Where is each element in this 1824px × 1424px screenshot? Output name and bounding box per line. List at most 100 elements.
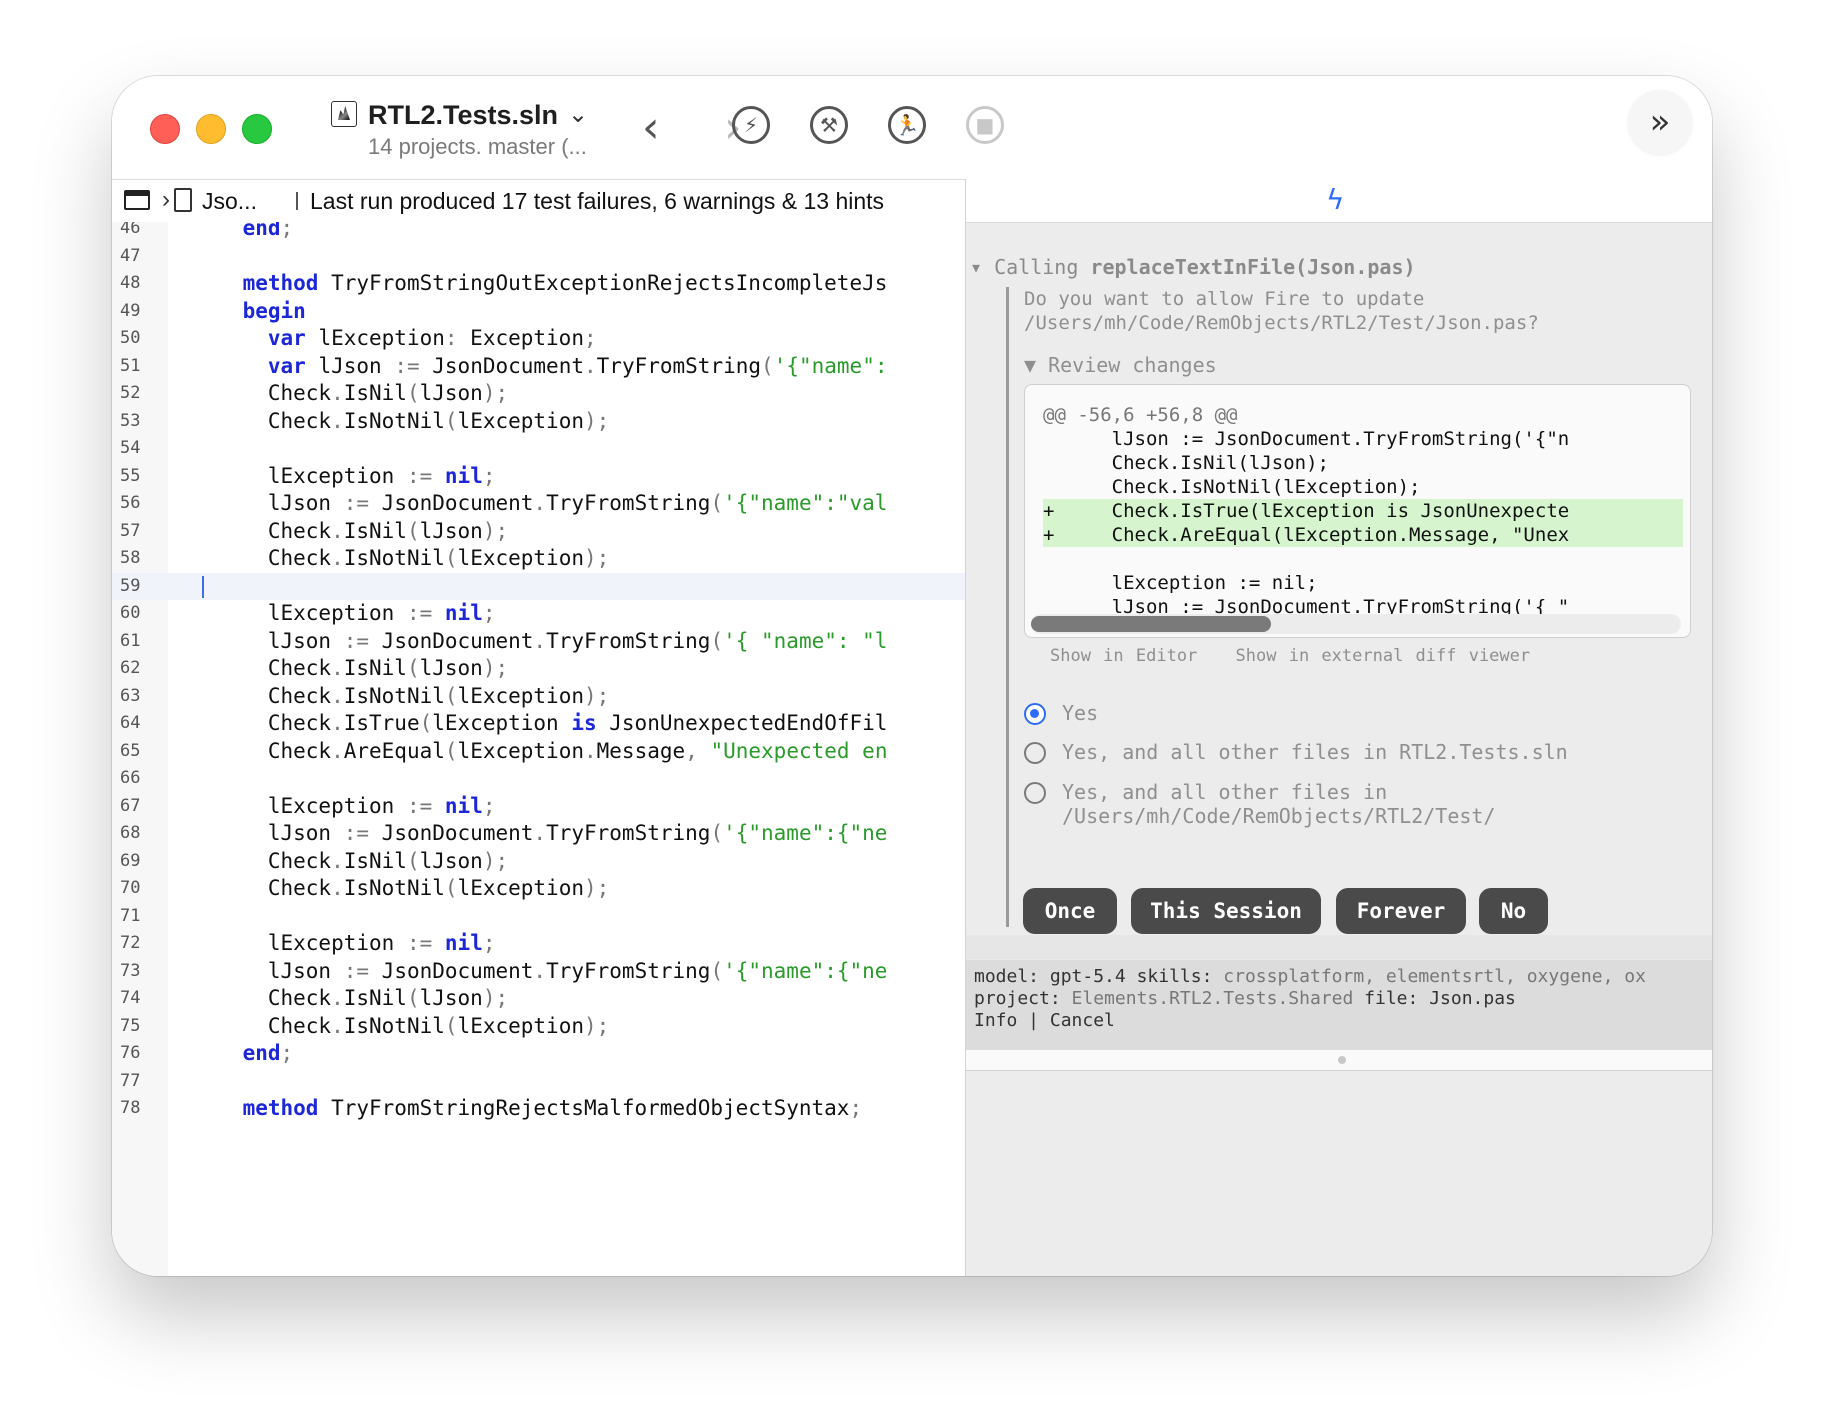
- line-number: 68: [120, 823, 141, 843]
- code-line[interactable]: 75 Check.IsNotNil(lException);: [112, 1013, 965, 1041]
- code-text: lException := nil;: [192, 793, 496, 818]
- line-number: 73: [120, 960, 141, 981]
- code-editor[interactable]: 46 end; 47 48 method TryFromStringOutExcep…: [112, 222, 965, 1276]
- code-line[interactable]: 46 end;: [112, 222, 965, 243]
- code-line[interactable]: 69 Check.IsNil(lJson);: [112, 848, 965, 876]
- scrollbar-thumb[interactable]: [1031, 616, 1271, 632]
- code-line[interactable]: 48 method TryFromStringOutExceptionRejec…: [112, 270, 965, 298]
- titlebar: RTL2.Tests.sln ⌄ 14 projects. master (..…: [112, 76, 1712, 179]
- show-in-editor-link[interactable]: Show in Editor: [1050, 646, 1197, 666]
- line-number: 61: [120, 630, 141, 651]
- code-line[interactable]: 53 Check.IsNotNil(lException);: [112, 408, 965, 436]
- line-number: 62: [120, 658, 141, 678]
- build-status-message[interactable]: Last run produced 17 test failures, 6 wa…: [310, 188, 884, 215]
- code-line[interactable]: 78 method TryFromStringRejectsMalformedO…: [112, 1095, 965, 1123]
- line-number: 75: [120, 1015, 141, 1036]
- code-text: lJson := JsonDocument.TryFromString('{"n…: [192, 821, 888, 845]
- diff-view[interactable]: @@ -56,6 +56,8 @@ lJson := JsonDocument.…: [1024, 384, 1691, 638]
- show-in-external-diff-link[interactable]: Show in external diff viewer: [1236, 646, 1531, 666]
- code-line[interactable]: 66: [112, 765, 965, 793]
- code-text: Check.IsNotNil(lException);: [192, 683, 610, 708]
- run-person-icon[interactable]: 🏃: [888, 106, 926, 144]
- code-line[interactable]: 58 Check.IsNotNil(lException);: [112, 545, 965, 573]
- code-line[interactable]: 54: [112, 435, 965, 463]
- code-line[interactable]: 51 var lJson := JsonDocument.TryFromStri…: [112, 353, 965, 381]
- line-number: 78: [120, 1098, 141, 1118]
- no-button[interactable]: No: [1479, 888, 1548, 934]
- radio-button[interactable]: [1024, 742, 1046, 764]
- this-session-button[interactable]: This Session: [1131, 888, 1321, 934]
- radio-button[interactable]: [1024, 782, 1046, 804]
- panel-separator: [966, 935, 1712, 959]
- code-text: method TryFromStringRejectsMalformedObje…: [242, 1096, 863, 1120]
- code-line[interactable]: 52 Check.IsNil(lJson);: [112, 380, 965, 408]
- back-arrow-icon[interactable]: ‹: [642, 106, 660, 150]
- line-number: 46: [120, 222, 141, 238]
- stop-icon[interactable]: ■: [966, 106, 1004, 144]
- prompt-input[interactable]: [966, 1050, 1712, 1071]
- resize-handle-icon[interactable]: [1338, 1056, 1346, 1064]
- jump-bar: › Jso... Last run produced 17 test failu…: [112, 179, 965, 224]
- breadcrumb-file[interactable]: Jso...: [202, 188, 257, 215]
- lightning-icon[interactable]: ⚡: [732, 106, 770, 144]
- horizontal-scrollbar[interactable]: [1031, 614, 1681, 634]
- code-line[interactable]: 47: [112, 243, 965, 271]
- chevron-down-icon[interactable]: ⌄: [568, 100, 588, 129]
- code-text: lException := nil;: [192, 601, 496, 625]
- code-line[interactable]: 77: [112, 1068, 965, 1096]
- line-number: 59: [120, 575, 141, 596]
- tool-call-card: ▾ Calling replaceTextInFile(Json.pas) Do…: [966, 243, 1712, 934]
- tool-call-title[interactable]: ▾ Calling replaceTextInFile(Json.pas): [970, 255, 1416, 279]
- minimize-window-button[interactable]: [196, 114, 226, 144]
- info-cancel-links[interactable]: Info | Cancel: [974, 1010, 1704, 1032]
- review-changes-toggle[interactable]: ▼ Review changes: [1024, 353, 1217, 377]
- code-line[interactable]: 57 Check.IsNil(lJson);: [112, 518, 965, 546]
- code-line[interactable]: 55 lException := nil;: [112, 463, 965, 491]
- line-number: 53: [120, 410, 141, 431]
- code-line[interactable]: 56 lJson := JsonDocument.TryFromString('…: [112, 490, 965, 518]
- close-window-button[interactable]: [150, 114, 180, 144]
- once-button[interactable]: Once: [1023, 888, 1117, 934]
- code-line[interactable]: 63 Check.IsNotNil(lException);: [112, 683, 965, 711]
- code-line[interactable]: 62 Check.IsNil(lJson);: [112, 655, 965, 683]
- code-line[interactable]: 60 lException := nil;: [112, 600, 965, 628]
- forever-button[interactable]: Forever: [1336, 888, 1466, 934]
- code-text: method TryFromStringOutExceptionRejectsI…: [242, 271, 888, 295]
- code-line[interactable]: 70 Check.IsNotNil(lException);: [112, 875, 965, 903]
- text-cursor: [202, 575, 204, 598]
- line-number: 70: [120, 878, 141, 898]
- code-line[interactable]: 68 lJson := JsonDocument.TryFromString('…: [112, 820, 965, 848]
- code-line[interactable]: 76 end;: [112, 1040, 965, 1068]
- code-line[interactable]: 49 begin: [112, 298, 965, 326]
- code-line[interactable]: 74 Check.IsNil(lJson);: [112, 985, 965, 1013]
- code-line[interactable]: 73 lJson := JsonDocument.TryFromString('…: [112, 958, 965, 986]
- window-layout-icon[interactable]: [124, 190, 150, 210]
- diff-links: Show in Editor Show in external diff vie…: [1050, 646, 1556, 666]
- diff-added-line: + Check.AreEqual(lException.Message, "Un…: [1043, 523, 1683, 547]
- code-line[interactable]: 50 var lException: Exception;: [112, 325, 965, 353]
- line-number: 49: [120, 300, 141, 321]
- code-text: Check.IsNil(lJson);: [192, 518, 509, 543]
- line-number: 67: [120, 795, 141, 816]
- radio-button-selected[interactable]: [1024, 703, 1046, 725]
- code-line[interactable]: 61 lJson := JsonDocument.TryFromString('…: [112, 628, 965, 656]
- code-line[interactable]: 72 lException := nil;: [112, 930, 965, 958]
- code-line[interactable]: 64 Check.IsTrue(lException is JsonUnexpe…: [112, 710, 965, 738]
- build-hammer-icon[interactable]: ⚒: [810, 106, 848, 144]
- code-text: lJson := JsonDocument.TryFromString('{"n…: [192, 958, 888, 983]
- code-line[interactable]: 65 Check.AreEqual(lException.Message, "U…: [112, 738, 965, 766]
- diff-context-line: Check.IsNotNil(lException);: [1043, 476, 1421, 498]
- code-line[interactable]: 59: [112, 572, 965, 600]
- solution-title[interactable]: RTL2.Tests.sln: [368, 100, 558, 131]
- code-text: Check.IsNotNil(lException);: [192, 408, 610, 433]
- diff-context-line: lJson := JsonDocument.TryFromString('{"n: [1043, 428, 1570, 450]
- code-text: lJson := JsonDocument.TryFromString('{"n…: [192, 491, 888, 515]
- code-line[interactable]: 71: [112, 903, 965, 931]
- zoom-window-button[interactable]: [242, 114, 272, 144]
- permission-question: Do you want to allow Fire to update /Use…: [1024, 288, 1539, 334]
- code-text: Check.IsNotNil(lException);: [192, 1013, 610, 1038]
- code-line[interactable]: 67 lException := nil;: [112, 793, 965, 821]
- line-number: 50: [120, 328, 141, 348]
- more-chevron-icon[interactable]: »: [1628, 90, 1692, 154]
- code-text: Check.IsNil(lJson);: [192, 656, 509, 680]
